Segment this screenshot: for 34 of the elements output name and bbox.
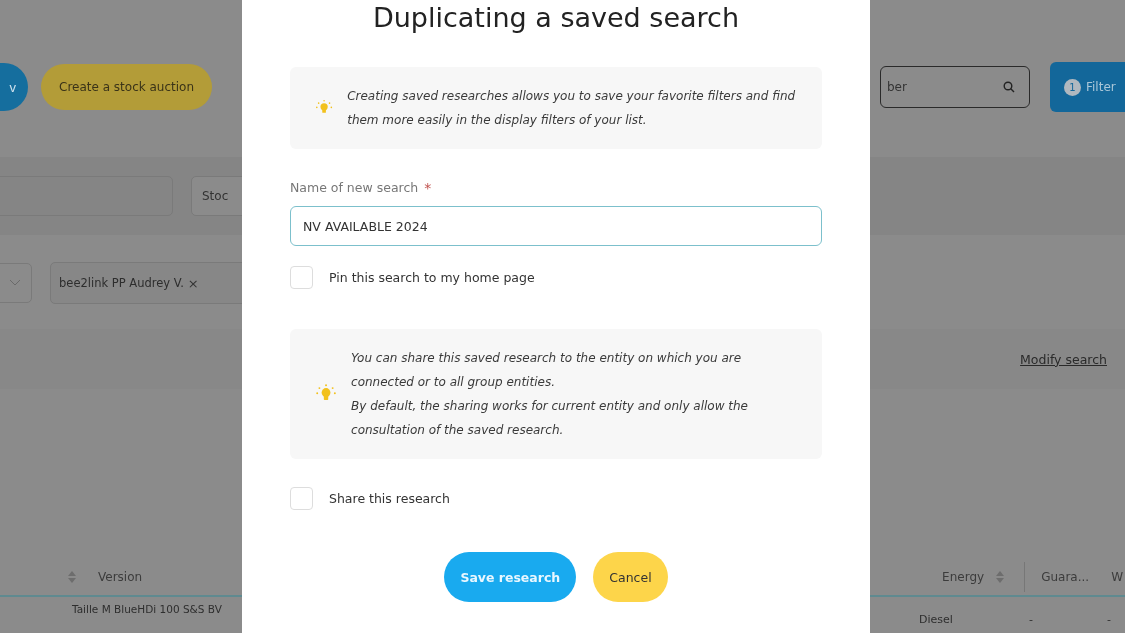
table-cell-text: Diesel [919, 613, 954, 626]
modify-search-link[interactable]: Modify search [1020, 351, 1107, 367]
remove-tag-button[interactable]: × [187, 275, 199, 291]
checkbox[interactable] [290, 487, 313, 510]
table-cell: Taille M BlueHDi 100 S&S BV [72, 603, 222, 615]
field-label: Name of new search [290, 180, 419, 196]
search-icon [1003, 81, 1015, 93]
checkbox[interactable] [290, 266, 313, 289]
sort-icon[interactable] [68, 571, 76, 583]
column-header[interactable]: W [1111, 570, 1123, 584]
info-text: You can share this saved research to the entity on which you are connected or to all group entities. [351, 350, 743, 391]
dropdown[interactable] [0, 263, 32, 303]
chevron-icon [9, 279, 21, 287]
column-header[interactable]: Guara... [1041, 570, 1090, 584]
required-mark: * [424, 180, 432, 196]
filter-button[interactable]: 1 Filter [1050, 62, 1125, 112]
info-text: Creating saved researches allows you to save your favorite filters and find them more easily in the display filters of your list. [347, 88, 797, 129]
info-text: By default, the sharing works for current entity and only allow the consultation of the saved research. [351, 398, 749, 439]
search-field[interactable]: ber [880, 66, 1030, 108]
column-header[interactable]: Version [98, 570, 143, 584]
sort-icon[interactable] [996, 571, 1005, 583]
filter-tag: bee2link PP Audrey V. [59, 276, 184, 290]
save-button[interactable]: Save research [444, 552, 577, 602]
column-header[interactable]: Energy [942, 570, 985, 584]
search-name-input[interactable]: NV AVAILABLE 2024 [290, 206, 822, 246]
count-badge: 1 [1064, 78, 1081, 96]
checkbox-label: Pin this search to my home page [329, 270, 535, 285]
round-button[interactable]: v [0, 63, 28, 111]
cancel-button[interactable]: Cancel [593, 552, 668, 602]
table-cell-text: - [1029, 613, 1034, 626]
table-cell-text: - [1107, 613, 1112, 626]
dialog-title: Duplicating a saved search [371, 1, 741, 35]
create-auction-button[interactable]: Create a stock auction [41, 64, 213, 110]
checkbox-label: Share this research [329, 491, 450, 506]
